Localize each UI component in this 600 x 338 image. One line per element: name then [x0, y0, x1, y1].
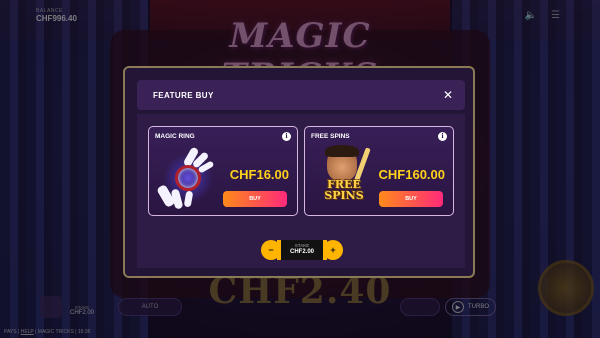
info-icon[interactable]: i	[282, 132, 291, 141]
free-spins-icon: FREE SPINS	[315, 145, 373, 213]
free-spins-card: FREE SPINS i FREE SPINS CHF160.00 BUY	[304, 126, 454, 216]
free-spins-art-text-spins: SPINS	[324, 189, 364, 202]
modal-header: FEATURE BUY ✕	[137, 80, 465, 110]
card-price: CHF16.00	[229, 167, 289, 182]
buy-magic-ring-button[interactable]: BUY	[223, 191, 287, 207]
card-title: FREE SPINS	[311, 133, 350, 140]
buy-free-spins-button[interactable]: BUY	[379, 191, 443, 207]
close-icon[interactable]: ✕	[443, 89, 453, 101]
magic-ring-icon	[156, 145, 221, 211]
decrease-stake-button[interactable]: −	[261, 240, 281, 260]
modal-title: FEATURE BUY	[153, 90, 214, 100]
card-title: MAGIC RING	[155, 133, 195, 140]
info-icon[interactable]: i	[438, 132, 447, 141]
feature-cards: MAGIC RING i CHF16.00 BUY FREE SPINS i F…	[137, 114, 465, 226]
magic-ring-card: MAGIC RING i CHF16.00 BUY	[148, 126, 298, 216]
increase-stake-button[interactable]: +	[323, 240, 343, 260]
stake-display: STAKE CHF2.00	[281, 240, 323, 260]
stake-selector: STAKE CHF2.00 − +	[137, 226, 465, 268]
stake-stepper: STAKE CHF2.00 − +	[261, 240, 343, 260]
stake-value: CHF2.00	[289, 249, 314, 255]
card-price: CHF160.00	[378, 167, 445, 182]
feature-buy-modal: FEATURE BUY ✕ MAGIC RING i CHF16.00 BUY …	[123, 66, 475, 278]
stake-label: STAKE	[294, 243, 310, 248]
stake-box: STAKE CHF2.00	[277, 240, 327, 260]
